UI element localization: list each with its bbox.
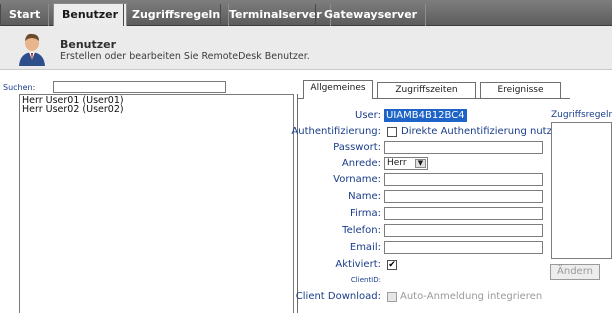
user-label: User:	[355, 110, 381, 121]
vorname-field[interactable]	[384, 173, 543, 186]
passwort-field[interactable]	[384, 141, 543, 154]
telefon-field[interactable]	[384, 224, 543, 237]
name-field[interactable]	[384, 190, 543, 203]
auto-login-checkbox[interactable]	[387, 292, 397, 302]
search-input[interactable]	[53, 81, 226, 93]
auto-login-label: Auto-Anmeldung integrieren	[400, 291, 543, 302]
tab-ereignisse[interactable]: Ereignisse	[480, 82, 561, 98]
aktiviert-checkbox[interactable]: ✔	[387, 260, 397, 270]
zugriffsregeln-list[interactable]	[551, 122, 612, 259]
email-label: Email:	[349, 242, 381, 253]
zugriffsregeln-label: Zugriffsregeln:	[551, 110, 612, 120]
chevron-down-icon[interactable]: ▼	[415, 159, 426, 168]
search-label: Suchen:	[3, 83, 36, 92]
name-label: Name:	[348, 191, 381, 202]
tab-gatewayserver[interactable]: Gatewayserver	[315, 4, 427, 26]
telefon-label: Telefon:	[342, 225, 381, 236]
email-field[interactable]	[384, 241, 543, 254]
user-avatar-icon	[19, 33, 45, 66]
top-navigation: Start Benutzer Zugriffsregeln Terminalse…	[0, 0, 612, 26]
tab-zugriffszeiten[interactable]: Zugriffszeiten	[377, 82, 476, 98]
user-value[interactable]: UIAMB4B12BC4	[384, 109, 467, 122]
firma-field[interactable]	[384, 207, 543, 220]
tab-allgemeines[interactable]: Allgemeines	[303, 80, 373, 99]
firma-label: Firma:	[350, 208, 381, 219]
user-list[interactable]: Herr User01 (User01) Herr User02 (User02…	[19, 94, 294, 313]
page-header: Benutzer Erstellen oder bearbeiten Sie R…	[0, 26, 612, 70]
tab-start[interactable]: Start	[0, 4, 50, 26]
page-subtitle: Erstellen oder bearbeiten Sie RemoteDesk…	[60, 51, 310, 62]
direct-auth-checkbox[interactable]	[387, 127, 397, 137]
vorname-label: Vorname:	[333, 174, 381, 185]
anrede-value: Herr	[387, 158, 407, 168]
tab-benutzer[interactable]: Benutzer	[53, 3, 128, 26]
direct-auth-label: Direkte Authentifizierung nutzen	[401, 126, 565, 137]
client-download-label: Client Download:	[295, 291, 381, 302]
aendern-button[interactable]: Ändern	[550, 264, 600, 280]
auth-label: Authentifizierung:	[291, 126, 381, 137]
aktiviert-label: Aktiviert:	[335, 259, 381, 270]
anrede-label: Anrede:	[341, 158, 381, 169]
list-item[interactable]: Herr User02 (User02)	[22, 105, 291, 115]
passwort-label: Passwort:	[333, 142, 381, 153]
tab-zugriffsregeln[interactable]: Zugriffsregeln	[123, 4, 230, 26]
clientid-label: ClientID:	[350, 276, 381, 284]
anrede-select[interactable]: Herr ▼	[384, 157, 428, 170]
page-title: Benutzer	[60, 38, 117, 51]
